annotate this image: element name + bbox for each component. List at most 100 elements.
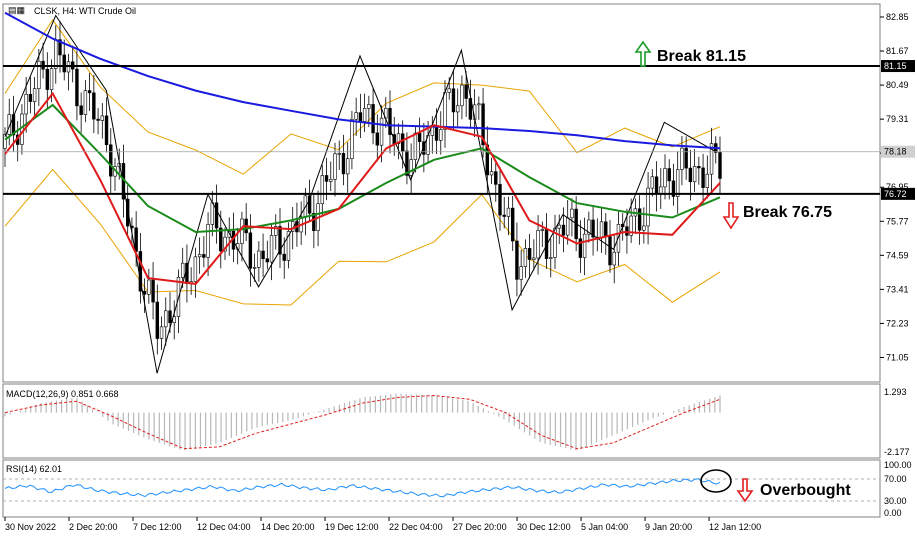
candle-bull [663, 168, 667, 188]
candle-bear [248, 232, 253, 269]
time-tick-label: 22 Dec 04:00 [389, 522, 443, 532]
candle-bull [320, 175, 325, 205]
candle-bear [45, 68, 50, 90]
candle-bear [604, 221, 608, 238]
level-price-label: 76.72 [884, 189, 907, 199]
candle-bull [570, 208, 574, 219]
candle-bear [417, 132, 422, 143]
candle-bull [337, 153, 341, 155]
macd-tick-bottom: -2.177 [884, 447, 910, 457]
candle-bull [210, 202, 215, 225]
candle-bear [75, 68, 79, 107]
candle-bear [688, 167, 693, 183]
candle-bull [180, 262, 185, 278]
candle-bull [519, 266, 523, 280]
candle-bull [705, 173, 710, 188]
time-axis: 30 Nov 2022 2 Dec 20:00 7 Dec 12:00 12 Dec … [4, 517, 761, 532]
candle-bull [164, 310, 168, 328]
candle-bull [257, 250, 261, 268]
time-tick-label: 27 Dec 20:00 [453, 522, 507, 532]
candle-bear [62, 54, 66, 73]
candle-bear [371, 104, 375, 134]
candle-bull [536, 230, 540, 259]
candle-bear [464, 84, 468, 99]
price-tick-label: 75.77 [886, 216, 909, 226]
candle-bear [109, 144, 113, 177]
price-tick-label: 81.67 [886, 46, 909, 56]
candle-bear [265, 258, 270, 263]
chart-title: CLSK, H4: WTI Crude Oil [34, 6, 136, 16]
candle-bull [650, 176, 655, 189]
candle-bear [92, 92, 96, 120]
candle-bull [460, 84, 464, 107]
candle-bull [582, 233, 587, 258]
macd-pane [2, 383, 881, 459]
candle-bull [367, 104, 371, 109]
candle-bull [24, 93, 28, 115]
candle-bull [345, 158, 350, 175]
candle-bear [498, 184, 502, 216]
candle-bear [375, 132, 380, 146]
candle-bull [159, 326, 164, 339]
candle-bear [214, 202, 219, 229]
time-tick-label: 7 Dec 12:00 [133, 522, 182, 532]
candle-bull [147, 279, 151, 295]
candle-bear [718, 152, 722, 179]
candle-bear [134, 227, 138, 252]
candle-bear [625, 226, 629, 236]
trading-chart: ▤▦ CLSK, H4: WTI Crude Oil 82.85 81.67 80.… [2, 3, 915, 532]
candle-bull [692, 166, 697, 183]
candle-bull [354, 112, 358, 120]
break-down-label: Break 76.75 [743, 204, 832, 221]
candle-bull [447, 88, 451, 93]
chart-icons: ▤▦ [8, 5, 25, 15]
candle-bear [104, 115, 109, 146]
candle-bull [100, 115, 105, 121]
rsi-tick-100: 100.00 [884, 460, 912, 470]
candle-bull [197, 254, 202, 258]
candle-bull [350, 118, 354, 160]
candle-bear [451, 88, 456, 113]
price-tick-label: 72.23 [886, 318, 909, 328]
candle-bear [515, 240, 519, 280]
time-tick-label: 19 Dec 12:00 [325, 522, 379, 532]
candle-bull [269, 235, 274, 263]
candle-bull [333, 153, 337, 180]
rsi-tick-0: 0.00 [884, 508, 902, 518]
candle-bear [324, 175, 329, 182]
time-tick-label: 12 Jan 12:00 [709, 522, 761, 532]
candle-bear [701, 167, 705, 188]
time-tick-label: 9 Jan 20:00 [645, 522, 692, 532]
candle-bull [675, 169, 680, 197]
candle-bull [489, 171, 494, 176]
candle-bull [379, 117, 384, 146]
candle-bull [557, 224, 561, 229]
candle-bear [28, 93, 33, 102]
candle-bull [252, 267, 257, 269]
candle-bear [261, 250, 265, 260]
candle-bear [667, 168, 671, 182]
candle-bull [549, 257, 553, 259]
candle-bull [642, 225, 646, 231]
candle-bull [659, 186, 663, 195]
candle-bull [612, 251, 616, 266]
time-tick-label: 14 Dec 20:00 [261, 522, 315, 532]
candle-bull [477, 103, 481, 106]
rsi-tick-70: 70.00 [884, 474, 907, 484]
rsi-label: RSI(14) 62.01 [6, 464, 62, 474]
candle-bull [532, 257, 536, 260]
candle-bull [329, 179, 333, 182]
break-up-label: Break 81.15 [657, 48, 746, 65]
candle-bull [443, 92, 447, 130]
candle-bull [54, 39, 58, 69]
candle-bear [79, 105, 83, 115]
candle-bear [87, 90, 92, 94]
time-tick-label: 2 Dec 20:00 [69, 522, 118, 532]
current-price-label: 78.18 [884, 147, 907, 157]
macd-tick-top: 1.293 [884, 387, 907, 397]
candle-bull [599, 221, 604, 239]
candle-bear [608, 236, 612, 266]
candle-bear [697, 166, 701, 169]
candle-bull [506, 207, 511, 217]
level-price-label: 81.15 [884, 61, 907, 71]
